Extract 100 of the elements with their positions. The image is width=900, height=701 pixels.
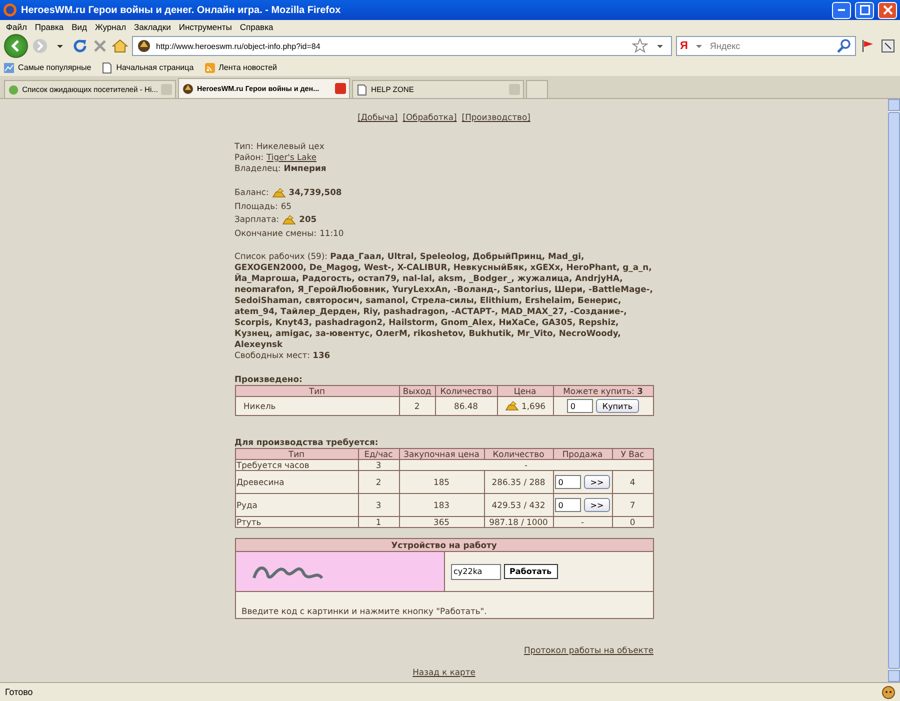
menu-item[interactable]: Инструменты — [176, 22, 238, 32]
field-label: Район: — [234, 152, 264, 163]
chart-icon — [3, 62, 15, 74]
field-label: Окончание смены: — [234, 226, 317, 240]
section-link[interactable]: [Производство] — [462, 112, 530, 122]
field-label: Зарплата: — [234, 213, 280, 226]
field-label: Баланс: — [234, 186, 269, 199]
code-field[interactable]: cy22ka — [450, 564, 500, 580]
hint-text: Введите код с картинки и нажмите кнопку "Работать". — [235, 592, 653, 618]
table-cell: 286.35 / 288 — [484, 470, 553, 494]
field-label: Площадь: — [234, 200, 278, 212]
column-header: Выход — [399, 386, 435, 396]
stop-icon[interactable] — [92, 38, 108, 54]
status-icon — [882, 686, 895, 698]
table-cell: 7 — [612, 494, 653, 516]
reload-icon[interactable] — [72, 38, 88, 54]
maximize-button[interactable] — [855, 2, 874, 18]
bookmark-link[interactable]: Начальная страница — [101, 62, 194, 74]
table-cell: 429.53 / 432 — [484, 494, 553, 516]
table-cell: 185 — [399, 470, 484, 494]
field-value: 11:10 — [320, 226, 344, 240]
panel-icon[interactable] — [880, 38, 896, 54]
coins-icon — [272, 188, 286, 198]
search-field[interactable]: Я Яндекс — [676, 36, 856, 56]
work-button[interactable]: Работать — [504, 564, 558, 579]
table-cell: 3 — [358, 494, 399, 516]
bookmark-link[interactable]: Лента новостей — [204, 62, 277, 74]
coins-icon — [282, 214, 296, 225]
section-title: Произведено: — [234, 374, 304, 385]
table-cell: 183 — [399, 494, 484, 516]
firefox-icon — [3, 3, 17, 17]
field-value: Никелевый цех — [256, 141, 324, 152]
amount-field[interactable]: 0 — [567, 399, 594, 413]
search-icon[interactable] — [836, 38, 852, 54]
minimize-icon — [838, 9, 845, 11]
workers-list: Список рабочих (59): Рада_Гаал, Ultral, Speleolog, ДобрыйПринц, Mad_gi, GEXOGEN2000, De_Magog, West-, X-CALIBUR, НевкусныйБяк, xGEXx, HeroPhant, g_a_n, Йа_Маргоша, Радогость, остап79, nal-lal, aksm, _Bodger_, жужалица, AndrjyHA, neomarafon, Я_ГеройЛюбовник, YuryLexxAn, -Воланд-, Santorius, Шери, -BattleMage-, SedoiShaman, святоросич, samanol, Стрела-силы, Elithium, Ershelaim, Бенерис, atem_94, Тайлер_Дерден, Riy, pashadragon, -АСТАРТ-, MAD_MAX_27, -Создание-, Scorpis, Knyt43, pashadragon2, Hailstorm, Gnom_Alex, НиХаСе, GA305, Repshiz, Кузнец, amigac, за-ювентус, ОлегМ, rikoshetov, Bukhutik, Mr_Vito, NecroWoody, Alexeynsk — [234, 251, 658, 350]
back-button[interactable] — [4, 34, 28, 58]
column-header: Можете купить: 3 — [553, 386, 653, 396]
menu-item[interactable]: Журнал — [93, 22, 132, 32]
section-title: Для производства требуется: — [234, 437, 380, 448]
price-value: 1,696 — [522, 401, 546, 411]
window-title: HeroesWM.ru Герои войны и денег. Онлайн игра. - Mozilla Firefox — [21, 4, 342, 16]
menu-item[interactable]: Вид — [70, 22, 94, 32]
table-cell: Никель — [235, 396, 399, 416]
feed-icon — [204, 62, 216, 74]
menu-item[interactable]: Файл — [4, 22, 33, 32]
column-header: Количество — [435, 386, 497, 396]
table-cell: 1 — [358, 516, 399, 528]
menu-item[interactable]: Правка — [32, 22, 70, 32]
field-value: 34,739,508 — [288, 186, 342, 199]
column-header: Ед/час — [358, 448, 399, 460]
table-cell: 987.18 / 1000 — [484, 516, 553, 528]
table-cell: 2 — [358, 470, 399, 494]
star-icon[interactable] — [632, 38, 648, 54]
column-header: Тип — [235, 448, 358, 460]
district-link[interactable]: Tiger's Lake — [266, 152, 316, 163]
menu-item[interactable]: Закладки — [132, 22, 177, 32]
column-header: Закупочная цена — [399, 448, 484, 460]
table-cell: Требуется часов — [235, 460, 358, 470]
table-cell: Руда — [235, 494, 358, 516]
minimize-button[interactable] — [832, 2, 851, 18]
section-header: Устройство на работу — [235, 538, 653, 552]
section-link[interactable]: [Добыча] — [358, 112, 398, 122]
close-button[interactable] — [878, 2, 897, 18]
home-icon[interactable] — [112, 38, 128, 54]
free-places: Свободных мест: 136 — [234, 350, 332, 361]
column-header: Количество — [484, 448, 553, 460]
column-header: Продажа — [553, 448, 612, 460]
table-cell: 365 — [399, 516, 484, 528]
address-field[interactable]: http://www.heroeswm.ru/object-info.php?id=84 — [132, 36, 672, 56]
column-header: Тип — [235, 386, 399, 396]
column-header: Цена — [497, 386, 553, 396]
site-icon — [136, 38, 152, 54]
bookmark-link[interactable]: Самые популярные — [3, 62, 92, 74]
menu-item[interactable]: Справка — [238, 22, 280, 32]
log-link[interactable]: Протокол работы на объекте — [524, 645, 654, 655]
table-cell: 0 — [612, 516, 653, 528]
sell-button[interactable]: >> — [584, 498, 610, 512]
table-cell: Древесина — [235, 470, 358, 494]
back-link[interactable]: Назад к карте — [412, 667, 476, 677]
field-label: Тип: — [234, 141, 254, 152]
field-label: Владелец: — [234, 163, 281, 174]
close-icon — [882, 5, 892, 15]
maximize-icon — [860, 5, 870, 15]
coins-icon — [504, 401, 518, 411]
table-cell: - — [553, 516, 612, 528]
scrollbar[interactable] — [888, 99, 900, 682]
field-value: 205 — [299, 213, 317, 226]
table-cell: Ртуть — [235, 516, 358, 528]
buy-button[interactable]: Купить — [596, 399, 639, 413]
section-link[interactable]: [Обработка] — [402, 112, 457, 122]
close-tab-button[interactable] — [335, 83, 346, 94]
table-cell: 2 — [399, 396, 435, 416]
sell-button[interactable]: >> — [584, 475, 610, 489]
amount-field[interactable]: 0 — [555, 498, 582, 512]
status-text: Готово — [5, 687, 33, 697]
amount-field[interactable]: 0 — [555, 475, 582, 489]
table-cell: 86.48 — [435, 396, 497, 416]
table-cell: 3 — [358, 460, 399, 470]
search-engine-logo: Я — [680, 40, 688, 52]
